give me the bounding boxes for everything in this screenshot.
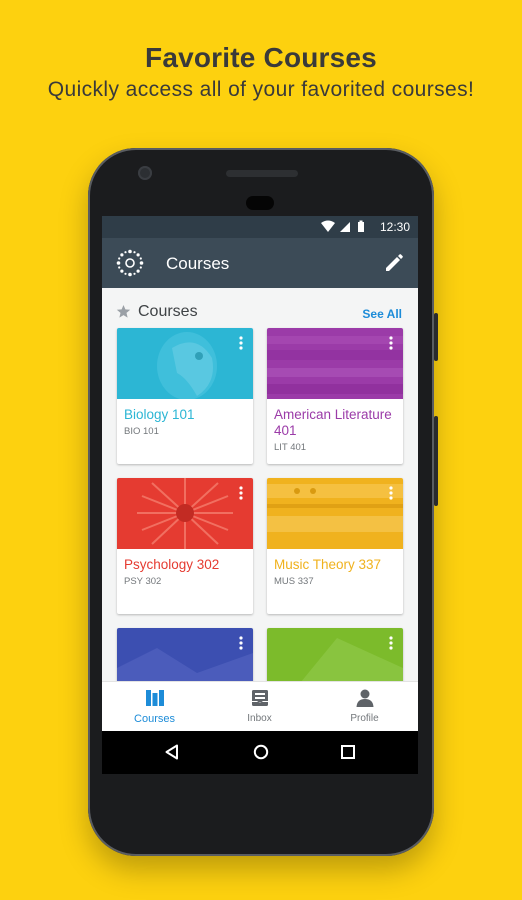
nav-label: Courses xyxy=(134,713,175,725)
course-image xyxy=(117,478,253,549)
music-equipment-image xyxy=(267,484,403,532)
more-options-icon[interactable] xyxy=(239,636,243,650)
see-all-link[interactable]: See All xyxy=(362,307,402,321)
course-card-5[interactable] xyxy=(117,628,253,681)
section-title: Courses xyxy=(138,303,198,320)
signal-icon xyxy=(340,222,350,232)
profile-icon xyxy=(356,689,374,707)
course-image xyxy=(117,628,253,681)
more-options-icon[interactable] xyxy=(239,336,243,350)
bottom-navigation: Courses Inbox Profile xyxy=(102,681,418,732)
course-code: BIO 101 xyxy=(124,426,159,437)
speaker-grille xyxy=(226,170,298,177)
nav-profile[interactable]: Profile xyxy=(312,682,417,732)
more-options-icon[interactable] xyxy=(389,636,393,650)
course-card-music[interactable]: Music Theory 337 MUS 337 xyxy=(267,478,403,614)
power-button xyxy=(434,313,438,361)
flower-image xyxy=(137,478,233,549)
battery-icon xyxy=(358,222,364,232)
course-card-literature[interactable]: American Literature 401 LIT 401 xyxy=(267,328,403,464)
home-icon[interactable] xyxy=(253,744,269,760)
canvas-logo-icon[interactable] xyxy=(116,249,144,277)
inbox-icon xyxy=(252,690,268,706)
course-image xyxy=(267,328,403,399)
course-code: PSY 302 xyxy=(124,576,162,587)
back-icon[interactable] xyxy=(165,744,179,760)
nav-courses[interactable]: Courses xyxy=(102,682,207,732)
earpiece xyxy=(246,196,274,210)
parrot-image xyxy=(157,332,217,400)
nav-label: Profile xyxy=(350,713,379,724)
phone-screen: 12:30 Courses Courses See All Biology 10… xyxy=(102,216,418,774)
status-time: 12:30 xyxy=(379,220,410,234)
course-image-art xyxy=(117,648,253,681)
course-card-psychology[interactable]: Psychology 302 PSY 302 xyxy=(117,478,253,614)
course-name: American Literature 401 xyxy=(274,407,392,438)
course-code: LIT 401 xyxy=(274,442,307,453)
status-bar: 12:30 xyxy=(102,216,418,238)
course-name: Psychology 302 xyxy=(124,557,220,572)
volume-button xyxy=(434,416,438,506)
course-image xyxy=(117,328,253,400)
course-image xyxy=(267,478,403,549)
star-icon xyxy=(116,304,131,318)
books-image xyxy=(267,336,403,394)
pencil-icon[interactable] xyxy=(384,253,404,273)
status-icons xyxy=(321,220,364,232)
app-bar-title: Courses xyxy=(166,254,230,273)
recents-icon[interactable] xyxy=(341,744,355,760)
promo-headline: Favorite Courses xyxy=(145,42,377,73)
app-bar: Courses xyxy=(102,238,418,288)
promo-subline: Quickly access all of your favorited cou… xyxy=(47,78,475,101)
front-camera xyxy=(138,166,152,180)
course-card-6[interactable] xyxy=(267,628,403,681)
nav-label: Inbox xyxy=(247,713,272,724)
nav-inbox[interactable]: Inbox xyxy=(207,682,312,732)
courses-icon xyxy=(146,690,164,706)
system-navigation-bar xyxy=(102,731,418,774)
course-image-art xyxy=(301,638,403,681)
course-card-biology[interactable]: Biology 101 BIO 101 xyxy=(117,328,253,464)
course-list: Courses See All Biology 101 BIO 101 Amer… xyxy=(102,288,418,681)
course-name: Biology 101 xyxy=(124,407,195,422)
course-image xyxy=(267,628,403,681)
course-code: MUS 337 xyxy=(274,576,314,587)
course-name: Music Theory 337 xyxy=(274,557,382,572)
more-options-icon[interactable] xyxy=(389,486,393,500)
more-options-icon[interactable] xyxy=(389,336,393,350)
wifi-icon xyxy=(321,220,335,232)
more-options-icon[interactable] xyxy=(239,486,243,500)
